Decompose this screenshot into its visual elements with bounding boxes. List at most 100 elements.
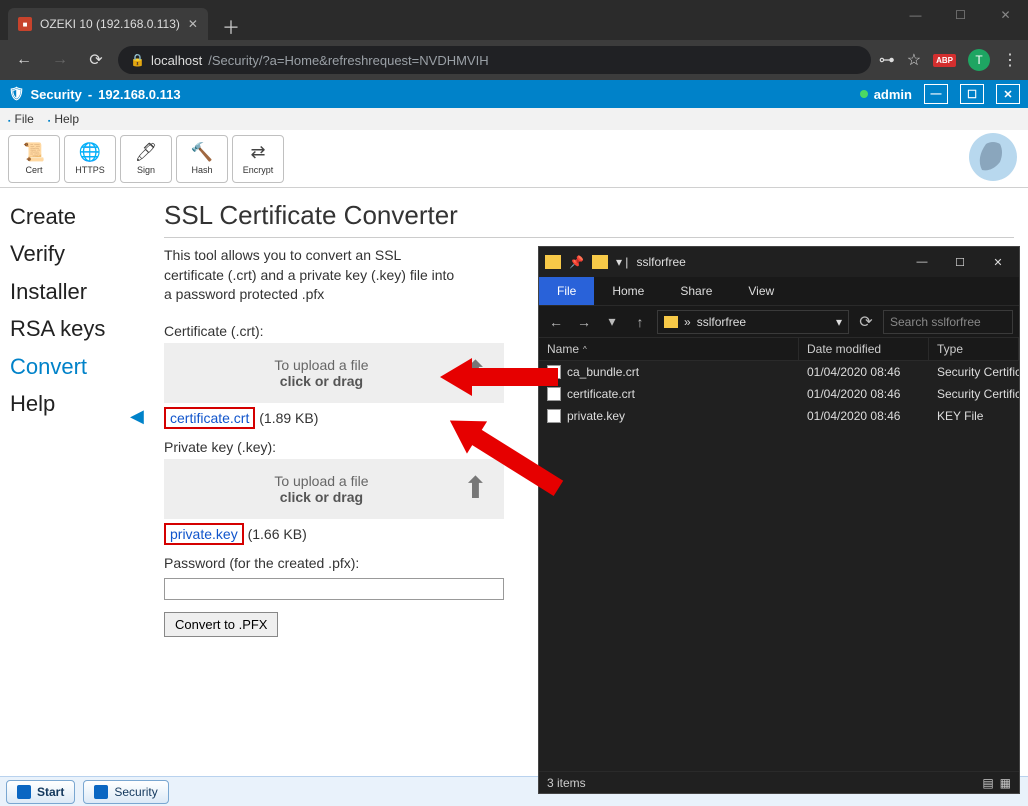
nav-forward-button[interactable]: →	[573, 314, 595, 330]
maximize-button[interactable]: ☐	[938, 0, 983, 30]
david-logo-icon	[968, 132, 1018, 182]
convert-button[interactable]: Convert to .PFX	[164, 612, 278, 637]
ozeki-titlebar: 🛡 Security - 192.168.0.113 admin — ☐ ✕	[0, 80, 1028, 108]
sidenav-convert[interactable]: Convert	[10, 348, 140, 385]
file-row[interactable]: private.key01/04/2020 08:46KEY File	[539, 405, 1019, 427]
lock-icon: 🔒	[130, 53, 145, 67]
page-description: This tool allows you to convert an SSL c…	[164, 246, 464, 305]
password-input[interactable]	[164, 578, 504, 600]
minimize-button[interactable]: —	[893, 0, 938, 30]
ozeki-toolbar: 📜Cert 🌐HTTPS 🖊Sign 🔨Hash ⇄Encrypt	[0, 130, 1028, 188]
shield-icon	[94, 785, 108, 799]
kebab-icon[interactable]: ⋮	[1002, 50, 1018, 70]
explorer-window[interactable]: 📌 ▾ | sslforfree — ☐ ✕ File Home Share V…	[538, 246, 1020, 794]
key-filesize: (1.66 KB)	[248, 526, 307, 542]
url-field[interactable]: 🔒 localhost /Security/?a=Home&refreshreq…	[118, 46, 871, 74]
app-name: Security	[31, 87, 82, 102]
explorer-statusbar: 3 items ▤ ▦	[539, 771, 1019, 793]
taskbar-security[interactable]: Security	[83, 780, 168, 804]
browser-tab[interactable]: ■ OZEKI 10 (192.168.0.113) ✕	[8, 8, 208, 40]
explorer-file-list: ca_bundle.crt01/04/2020 08:46Security Ce…	[539, 361, 1019, 771]
pin-icon[interactable]: 📌	[569, 255, 584, 269]
red-arrow-annotation	[440, 352, 560, 402]
key-dropzone[interactable]: To upload a fileclick or drag ⬆	[164, 459, 504, 519]
app-host: 192.168.0.113	[98, 87, 180, 102]
explorer-title: sslforfree	[636, 255, 685, 269]
view-icons-icon[interactable]: ▦	[1000, 776, 1011, 790]
back-button[interactable]: ←	[10, 46, 38, 74]
ribbon-share[interactable]: Share	[662, 277, 730, 305]
tool-https[interactable]: 🌐HTTPS	[64, 135, 116, 183]
browser-tab-strip: ■ OZEKI 10 (192.168.0.113) ✕ ＋	[0, 0, 1028, 40]
ribbon-file[interactable]: File	[539, 277, 594, 305]
menu-file[interactable]: File	[8, 112, 34, 126]
menu-help[interactable]: Help	[48, 112, 79, 126]
cert-filename-link[interactable]: certificate.crt	[164, 407, 255, 429]
status-dot-icon	[860, 90, 868, 98]
forward-button[interactable]: →	[46, 46, 74, 74]
col-type[interactable]: Type	[929, 338, 1019, 360]
tool-sign[interactable]: 🖊Sign	[120, 135, 172, 183]
url-host: localhost	[151, 53, 202, 68]
profile-avatar[interactable]: T	[968, 49, 990, 71]
url-path: /Security/?a=Home&refreshrequest=NVDHMVI…	[208, 53, 488, 68]
sidenav-installer[interactable]: Installer	[10, 273, 140, 310]
explorer-ribbon: File Home Share View	[539, 277, 1019, 305]
active-arrow-icon: ◀	[130, 406, 144, 427]
new-tab-button[interactable]: ＋	[214, 14, 248, 40]
file-row[interactable]: certificate.crt01/04/2020 08:46Security …	[539, 383, 1019, 405]
sidenav-rsa-keys[interactable]: RSA keys	[10, 310, 140, 347]
col-date[interactable]: Date modified	[799, 338, 929, 360]
file-icon	[547, 409, 561, 423]
view-details-icon[interactable]: ▤	[982, 776, 993, 790]
sort-icon: ^	[583, 345, 587, 354]
sidenav-verify[interactable]: Verify	[10, 235, 140, 272]
globe-icon: 🌐	[79, 142, 101, 163]
explorer-close-button[interactable]: ✕	[983, 253, 1013, 271]
key-icon[interactable]: ⊶	[879, 50, 895, 70]
current-user[interactable]: admin	[874, 87, 912, 102]
cert-icon: 📜	[23, 142, 45, 163]
tool-hash[interactable]: 🔨Hash	[176, 135, 228, 183]
folder-icon	[592, 255, 608, 269]
abp-icon[interactable]: ABP	[933, 54, 956, 67]
app-minimize-button[interactable]: —	[924, 84, 948, 104]
path-dropdown-icon[interactable]: ▾	[836, 315, 842, 329]
nav-history-button[interactable]: ▾	[601, 313, 623, 330]
explorer-maximize-button[interactable]: ☐	[945, 253, 975, 271]
nav-back-button[interactable]: ←	[545, 314, 567, 330]
app-maximize-button[interactable]: ☐	[960, 84, 984, 104]
tab-close-icon[interactable]: ✕	[188, 17, 198, 31]
sidenav-create[interactable]: Create	[10, 198, 140, 235]
upload-icon: ⬆	[463, 471, 488, 506]
favicon-icon: ■	[18, 17, 32, 31]
sidenav-help[interactable]: Help	[10, 385, 140, 422]
tool-cert[interactable]: 📜Cert	[8, 135, 60, 183]
start-button[interactable]: Start	[6, 780, 75, 804]
nav-up-button[interactable]: ↑	[629, 314, 651, 330]
col-name[interactable]: Name ^	[539, 338, 799, 360]
folder-icon	[664, 316, 678, 328]
ribbon-view[interactable]: View	[730, 277, 792, 305]
close-button[interactable]: ✕	[983, 0, 1028, 30]
tool-encrypt[interactable]: ⇄Encrypt	[232, 135, 284, 183]
file-row[interactable]: ca_bundle.crt01/04/2020 08:46Security Ce…	[539, 361, 1019, 383]
address-bar: ← → ⟳ 🔒 localhost /Security/?a=Home&refr…	[0, 40, 1028, 80]
refresh-button[interactable]: ⟳	[855, 312, 877, 332]
cert-filesize: (1.89 KB)	[259, 410, 318, 426]
ribbon-home[interactable]: Home	[594, 277, 662, 305]
key-filename-link[interactable]: private.key	[164, 523, 244, 545]
browser-tab-title: OZEKI 10 (192.168.0.113)	[40, 17, 180, 31]
folder-icon	[545, 255, 561, 269]
page-title: SSL Certificate Converter	[164, 200, 1014, 238]
explorer-titlebar[interactable]: 📌 ▾ | sslforfree — ☐ ✕	[539, 247, 1019, 277]
path-field[interactable]: » sslforfree ▾	[657, 310, 849, 334]
reload-button[interactable]: ⟳	[82, 46, 110, 74]
app-close-button[interactable]: ✕	[996, 84, 1020, 104]
shield-icon: 🛡	[8, 86, 25, 102]
ozeki-menubar: File Help	[0, 108, 1028, 130]
explorer-search-input[interactable]: Search sslforfree	[883, 310, 1013, 334]
window-controls: — ☐ ✕	[893, 0, 1028, 30]
star-icon[interactable]: ☆	[907, 50, 921, 70]
explorer-minimize-button[interactable]: —	[907, 253, 937, 271]
